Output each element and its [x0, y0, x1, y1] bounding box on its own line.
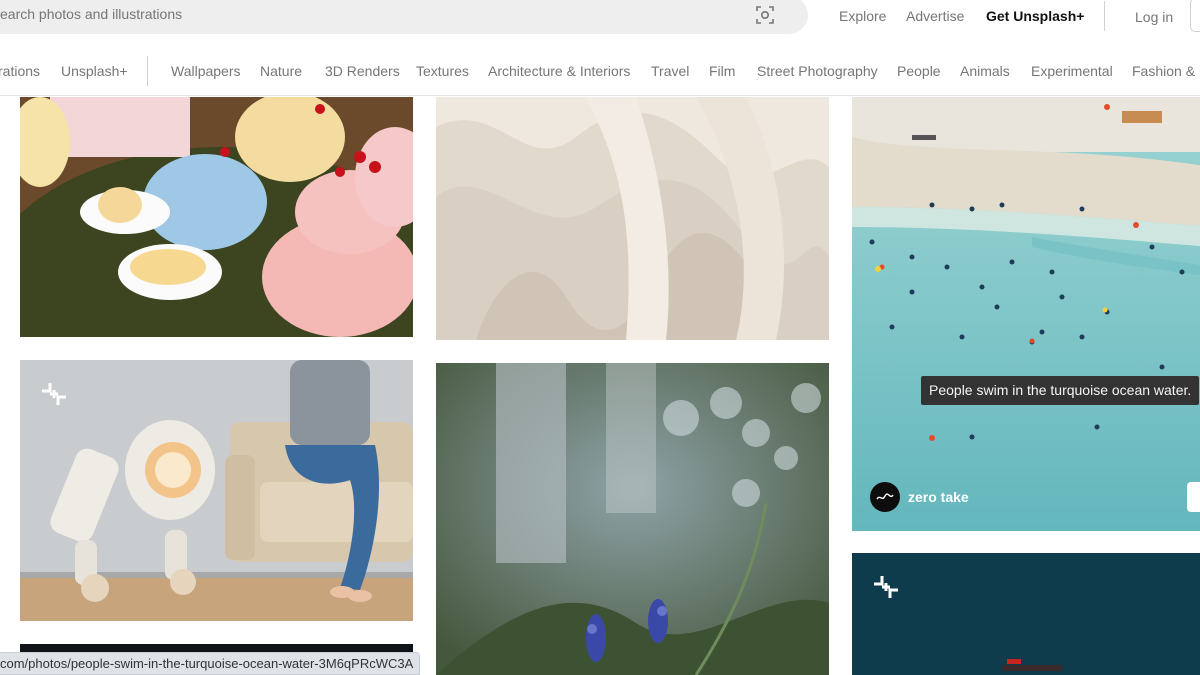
topic-film[interactable]: Film — [709, 63, 735, 79]
search-bar[interactable] — [0, 0, 808, 34]
topic-unsplash-plus[interactable]: Unsplash+ — [61, 63, 128, 79]
login-link[interactable]: Log in — [1135, 9, 1173, 25]
topic-textures[interactable]: Textures — [416, 63, 469, 79]
top-header: Explore Advertise Get Unsplash+ Log in — [0, 0, 1200, 34]
topic-divider — [147, 56, 148, 86]
search-input[interactable] — [0, 2, 740, 26]
header-divider — [1104, 1, 1105, 31]
photo-bokeh-flowers[interactable] — [436, 363, 829, 675]
topic-nature[interactable]: Nature — [260, 63, 302, 79]
photo-ceramic-folds[interactable] — [436, 97, 829, 340]
download-button[interactable] — [1187, 482, 1200, 512]
topic-illustrations[interactable]: rations — [0, 63, 40, 79]
status-url: com/photos/people-swim-in-the-turquoise-… — [0, 652, 421, 675]
topic-architecture-interiors[interactable]: Architecture & Interiors — [488, 63, 630, 79]
topic-nav: rations Unsplash+ Wallpapers Nature 3D R… — [0, 50, 1200, 96]
author-avatar[interactable] — [870, 482, 900, 512]
topic-wallpapers[interactable]: Wallpapers — [171, 63, 241, 79]
photo-tooltip: People swim in the turquoise ocean water… — [921, 376, 1200, 405]
photo-ocean-swimmers[interactable] — [852, 97, 1200, 531]
unsplash-plus-icon — [40, 380, 68, 408]
topic-people[interactable]: People — [897, 63, 941, 79]
nav-get-unsplash-plus[interactable]: Get Unsplash+ — [986, 8, 1084, 24]
photo-cakes[interactable] — [20, 97, 413, 337]
author-name[interactable]: zero take — [908, 489, 969, 505]
visual-search-icon[interactable] — [756, 6, 774, 24]
submit-button[interactable] — [1190, 0, 1200, 32]
unsplash-page: Explore Advertise Get Unsplash+ Log in r… — [0, 0, 1200, 675]
nav-advertise[interactable]: Advertise — [906, 8, 964, 24]
photo-robot-sofa[interactable] — [20, 360, 413, 621]
topic-animals[interactable]: Animals — [960, 63, 1010, 79]
topic-street-photography[interactable]: Street Photography — [757, 63, 878, 79]
photo-dark-sea[interactable] — [852, 553, 1200, 675]
topic-3d-renders[interactable]: 3D Renders — [325, 63, 400, 79]
topic-travel[interactable]: Travel — [651, 63, 689, 79]
topic-fashion-beauty[interactable]: Fashion & B — [1132, 63, 1200, 79]
topic-experimental[interactable]: Experimental — [1031, 63, 1113, 79]
unsplash-plus-icon — [872, 573, 900, 601]
nav-explore[interactable]: Explore — [839, 8, 886, 24]
